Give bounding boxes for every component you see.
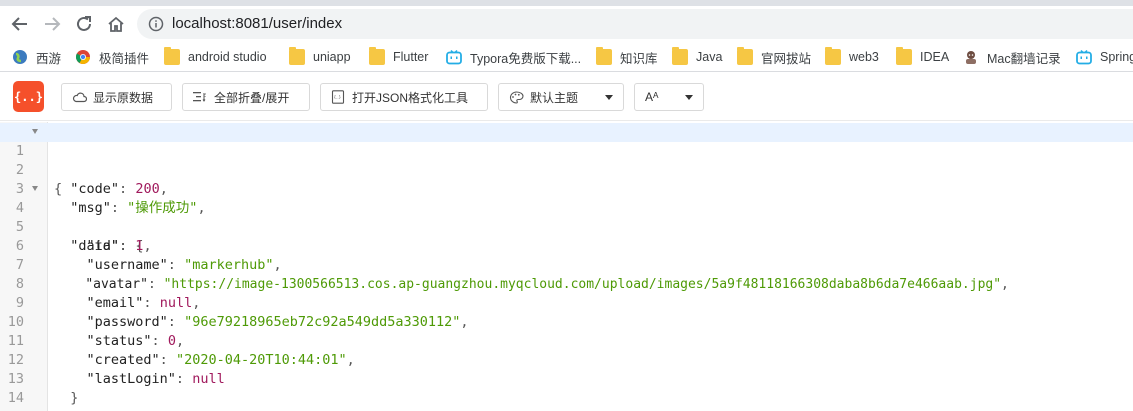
code-line: 9 "password": "96e79218965eb72c92a549dd5… xyxy=(0,275,1133,330)
code-line: 10 "status": 0, xyxy=(0,294,1133,349)
svg-text:E: E xyxy=(203,93,206,99)
bookmark-item[interactable]: IDEA xyxy=(896,47,949,67)
code-line: 11 "created": "2020-04-20T10:44:01", xyxy=(0,313,1133,368)
code-line: 8 "email": null, xyxy=(0,256,1133,311)
folder-icon xyxy=(896,47,912,65)
browser-navbar: localhost:8081/user/index xyxy=(0,6,1133,42)
forward-arrow-icon xyxy=(45,17,61,31)
code-line: 12 "lastLogin": null xyxy=(0,332,1133,387)
cloud-icon xyxy=(72,90,87,104)
json-viewer-logo[interactable]: {..} xyxy=(13,81,44,112)
bookmarks-bar: 西游 极简插件 android studio uniapp Flutter Ty… xyxy=(0,42,1133,72)
bookmark-item[interactable]: Mac翻墙记录 xyxy=(963,47,1061,67)
chevron-down-icon xyxy=(685,95,693,100)
avatar-icon xyxy=(966,51,976,64)
bookmark-item[interactable]: Typora免费版下载... xyxy=(446,47,581,67)
code-line: 1 { xyxy=(0,123,1133,197)
json-viewer-toolbar: {..} 显示原数据 E 全部折叠/展开 {..} 打开JSON格式化工具 默认… xyxy=(0,73,1133,121)
folder-icon xyxy=(737,47,753,65)
svg-text:{..}: {..} xyxy=(334,95,342,100)
fold-toggle-icon[interactable] xyxy=(32,186,38,191)
bookmark-item[interactable]: Spring xyxy=(1076,47,1133,67)
address-bar[interactable]: localhost:8081/user/index xyxy=(137,9,1133,39)
fold-all-button[interactable]: E 全部折叠/展开 xyxy=(182,83,310,111)
code-line: 14 } xyxy=(0,370,1133,411)
reload-icon xyxy=(77,16,91,31)
code-line: 2 "code": 200, xyxy=(0,142,1133,197)
code-line: 6 "username": "markerhub", xyxy=(0,218,1133,273)
chevron-down-icon xyxy=(605,95,613,100)
back-button[interactable] xyxy=(6,10,34,38)
json-code-view: 1 { 2 "code": 200, 3 "msg": "操作成功", 4 "d… xyxy=(0,122,1133,411)
bookmark-item[interactable]: web3 xyxy=(825,47,879,67)
show-raw-button[interactable]: 显示原数据 xyxy=(61,83,172,111)
folder-icon xyxy=(289,47,305,65)
folder-icon xyxy=(164,47,180,65)
fold-toggle-icon[interactable] xyxy=(32,129,38,134)
code-line: 13 } xyxy=(0,351,1133,406)
folder-icon xyxy=(825,47,841,65)
json-file-icon: {..} xyxy=(331,90,346,104)
collapse-icon: E xyxy=(193,90,208,104)
bookmark-item[interactable]: uniapp xyxy=(289,47,351,67)
open-json-tool-button[interactable]: {..} 打开JSON格式化工具 xyxy=(320,83,488,111)
bookmark-item[interactable]: android studio xyxy=(164,47,267,67)
code-line: 5 "id": 1, xyxy=(0,199,1133,254)
chrome-icon xyxy=(75,50,90,64)
info-icon[interactable] xyxy=(148,16,164,32)
font-size-icon: Aᴬ xyxy=(645,90,659,104)
home-icon xyxy=(108,16,124,32)
bookmark-item[interactable]: 极简插件 xyxy=(75,47,149,67)
bilibili-icon xyxy=(446,49,462,65)
reload-button[interactable] xyxy=(70,10,98,38)
code-line: 4 "data": { xyxy=(0,180,1133,254)
url-text[interactable]: localhost:8081/user/index xyxy=(172,15,342,32)
code-line: 3 "msg": "操作成功", xyxy=(0,161,1133,216)
palette-icon xyxy=(509,90,524,104)
bookmark-item[interactable]: 西游 xyxy=(12,47,61,67)
globe-icon xyxy=(13,50,27,64)
back-arrow-icon xyxy=(11,17,27,31)
home-button[interactable] xyxy=(102,10,130,38)
theme-select[interactable]: 默认主题 xyxy=(498,83,624,111)
folder-icon xyxy=(369,47,385,65)
folder-icon xyxy=(672,47,688,65)
code-line: 7 "avatar": "https://image-1300566513.co… xyxy=(0,237,1133,292)
forward-button[interactable] xyxy=(38,10,66,38)
font-size-select[interactable]: Aᴬ xyxy=(634,83,704,111)
bookmark-item[interactable]: Java xyxy=(672,47,722,67)
bookmark-item[interactable]: Flutter xyxy=(369,47,428,67)
line-number: 14 xyxy=(7,390,24,406)
bookmark-item[interactable]: 知识库 xyxy=(596,47,658,67)
folder-icon xyxy=(596,47,612,65)
bookmark-item[interactable]: 官网拔站 xyxy=(737,47,811,67)
bilibili-icon xyxy=(1076,49,1092,65)
